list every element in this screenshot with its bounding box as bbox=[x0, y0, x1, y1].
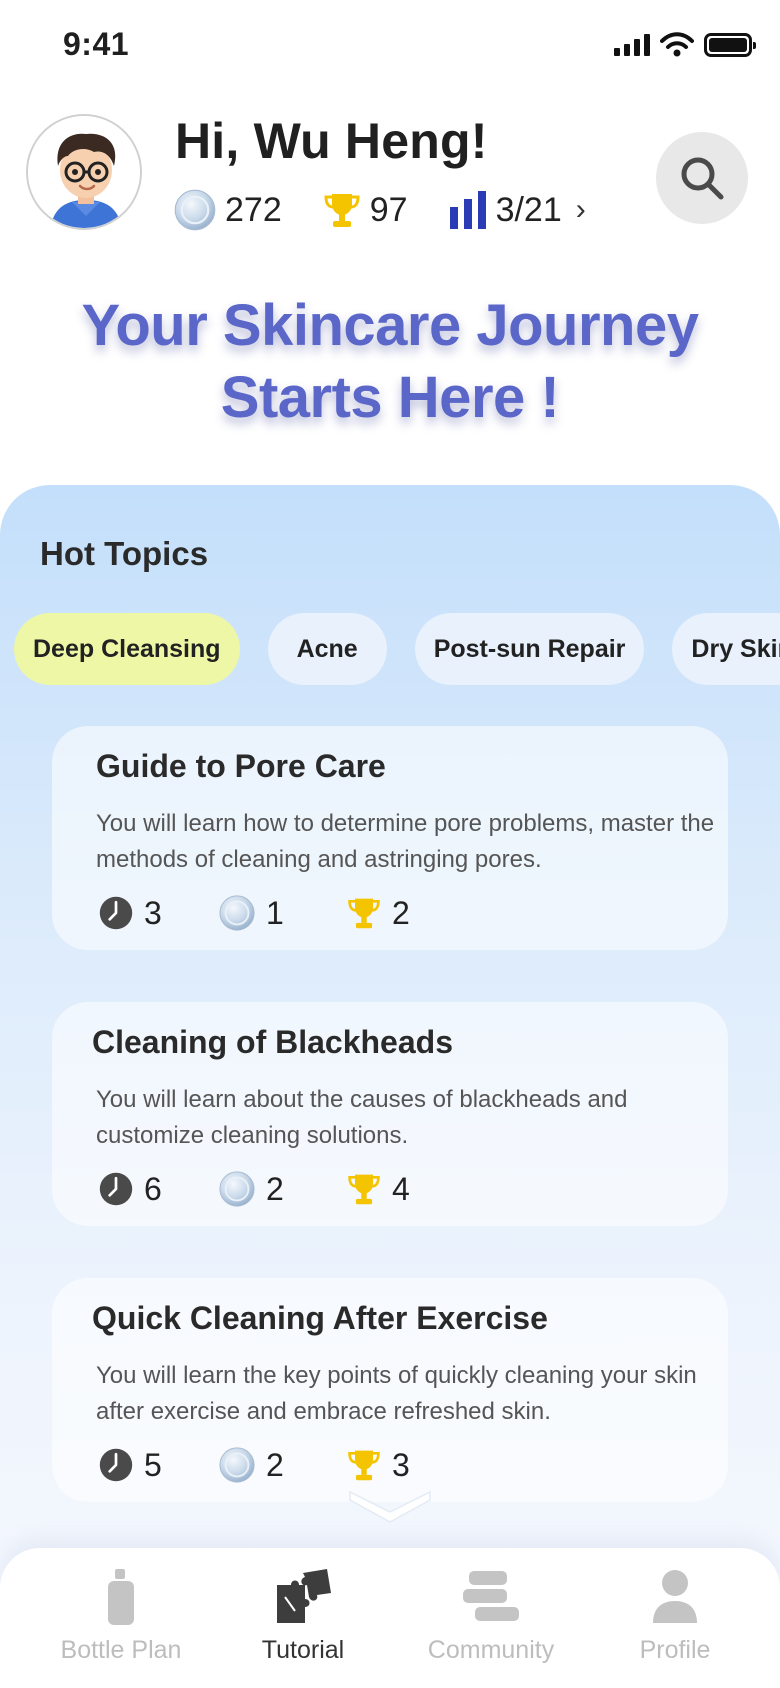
nav-profile[interactable]: Profile bbox=[580, 1560, 770, 1665]
level-progress: 3/21 bbox=[495, 190, 562, 229]
level-stat[interactable]: 3/21 › bbox=[448, 191, 586, 230]
user-stats: 272 97 3/21 › bbox=[173, 188, 586, 232]
clock-icon bbox=[98, 1171, 134, 1207]
search-icon bbox=[681, 157, 724, 200]
battery-icon bbox=[704, 33, 756, 57]
coin-stat: 272 bbox=[173, 188, 282, 232]
cellular-signal-icon bbox=[614, 34, 650, 56]
coin-reward: 2 bbox=[218, 1446, 346, 1484]
card-title: Quick Cleaning After Exercise bbox=[92, 1300, 548, 1336]
nav-label: Bottle Plan bbox=[60, 1636, 182, 1664]
greeting: Hi, Wu Heng! bbox=[175, 113, 488, 169]
card-description: You will learn how to determine pore pro… bbox=[96, 810, 715, 873]
chip-acne[interactable]: Acne bbox=[267, 613, 387, 685]
status-time: 9:41 bbox=[63, 26, 130, 62]
community-stack-icon bbox=[463, 1571, 519, 1621]
topic-card[interactable]: Guide to Pore Care You will learn how to… bbox=[52, 726, 728, 950]
duration-value: 3 bbox=[144, 894, 162, 931]
coin-reward: 1 bbox=[218, 894, 346, 932]
trophy-icon bbox=[346, 895, 382, 931]
coin-count: 272 bbox=[225, 190, 282, 229]
card-title: Guide to Pore Care bbox=[96, 748, 386, 784]
status-bar: 9:41 bbox=[0, 0, 780, 90]
trophy-icon bbox=[322, 190, 362, 230]
card-title: Cleaning of Blackheads bbox=[92, 1024, 453, 1060]
trophy-reward: 4 bbox=[346, 1171, 410, 1208]
card-meta: 3 1 2 bbox=[98, 894, 410, 932]
avatar-illustration bbox=[28, 116, 140, 228]
trophy-stat: 97 bbox=[322, 190, 408, 230]
bottom-navigation: Bottle Plan Tutorial Community Profile bbox=[0, 1548, 780, 1688]
duration: 3 bbox=[98, 895, 218, 932]
puzzle-icon bbox=[277, 1569, 331, 1623]
profile-icon bbox=[653, 1570, 697, 1623]
hero-line-2: Starts Here ! bbox=[220, 365, 560, 430]
trophy-count: 97 bbox=[369, 190, 408, 229]
duration-value: 6 bbox=[144, 1170, 162, 1207]
coin-reward-value: 1 bbox=[266, 894, 284, 931]
coin-icon bbox=[218, 1446, 256, 1484]
topic-card[interactable]: Cleaning of Blackheads You will learn ab… bbox=[52, 1002, 728, 1226]
coin-reward-value: 2 bbox=[266, 1170, 284, 1207]
search-button[interactable] bbox=[656, 132, 748, 224]
coin-icon bbox=[173, 188, 217, 232]
trophy-reward-value: 4 bbox=[392, 1170, 410, 1207]
bar-chart-icon bbox=[449, 191, 486, 229]
scroll-down-chevron-icon[interactable] bbox=[346, 1476, 434, 1526]
coin-reward-value: 2 bbox=[266, 1446, 284, 1483]
card-description: You will learn about the causes of black… bbox=[96, 1086, 628, 1149]
status-icons bbox=[614, 32, 756, 58]
nav-label: Tutorial bbox=[261, 1636, 345, 1664]
card-description: You will learn the key points of quickly… bbox=[96, 1362, 697, 1425]
chip-deep-cleansing[interactable]: Deep Cleansing bbox=[14, 613, 240, 685]
chip-dry-skin[interactable]: Dry Skin bbox=[672, 613, 780, 685]
topic-chips: Deep Cleansing Acne Post-sun Repair Dry … bbox=[14, 613, 780, 685]
section-title: Hot Topics bbox=[40, 535, 209, 572]
avatar[interactable] bbox=[26, 114, 142, 230]
coin-icon bbox=[218, 894, 256, 932]
hero-title: Your Skincare Journey Starts Here ! bbox=[0, 290, 780, 434]
trophy-icon bbox=[346, 1171, 382, 1207]
nav-tutorial[interactable]: Tutorial bbox=[208, 1560, 398, 1665]
topic-card[interactable]: Quick Cleaning After Exercise You will l… bbox=[52, 1278, 728, 1502]
coin-reward: 2 bbox=[218, 1170, 346, 1208]
coin-icon bbox=[218, 1170, 256, 1208]
nav-bottle-plan[interactable]: Bottle Plan bbox=[26, 1560, 216, 1665]
chevron-right-icon: › bbox=[575, 193, 586, 226]
clock-icon bbox=[98, 895, 134, 931]
nav-label: Community bbox=[427, 1636, 555, 1664]
wifi-icon bbox=[660, 32, 694, 57]
clock-icon bbox=[98, 1447, 134, 1483]
trophy-reward: 2 bbox=[346, 895, 410, 932]
duration-value: 5 bbox=[144, 1446, 162, 1483]
bottle-icon bbox=[108, 1569, 134, 1625]
duration: 6 bbox=[98, 1171, 218, 1208]
chip-post-sun-repair[interactable]: Post-sun Repair bbox=[414, 613, 645, 685]
hero-line-1: Your Skincare Journey bbox=[81, 293, 700, 358]
duration: 5 bbox=[98, 1447, 218, 1484]
nav-community[interactable]: Community bbox=[396, 1560, 586, 1665]
nav-label: Profile bbox=[639, 1636, 711, 1664]
card-meta: 6 2 4 bbox=[98, 1170, 410, 1208]
trophy-reward-value: 2 bbox=[392, 894, 410, 931]
